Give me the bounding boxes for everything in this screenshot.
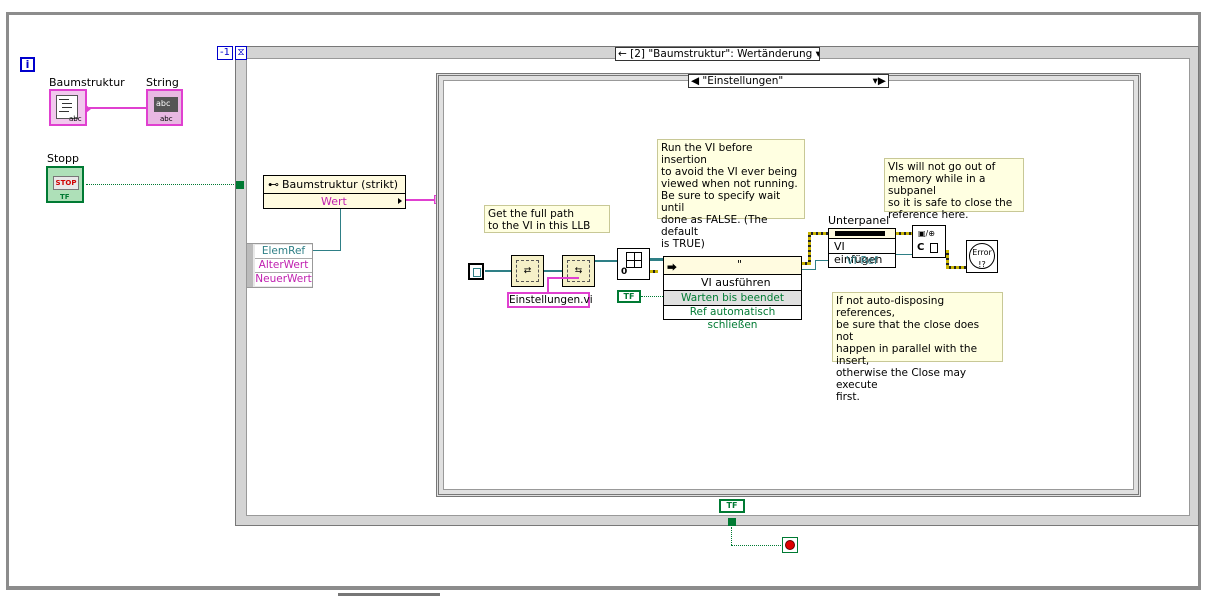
property-value-label: Wert [321,195,347,208]
error-wire-5 [896,232,912,235]
invoke-param-wait[interactable]: Warten bis beendet [664,291,801,305]
property-node[interactable]: ⊷ Baumstruktur (strikt) Wert [263,175,406,209]
loop-left-tunnel [236,181,244,189]
subpanel-ref-icon [835,231,885,236]
string-indicator-terminal: abc abc [146,89,183,126]
note-memory: VIs will not go out of memory while in a… [884,158,1024,221]
inner-case-selector-label: ◀ "Einstellungen" [691,75,784,87]
error-bubble-text: Error [972,248,992,257]
inner-case-selector[interactable]: ◀ "Einstellungen" ▾▶ [688,74,889,88]
loop-bool-constant[interactable]: TF [719,499,745,513]
wire-vi-name-h [547,277,579,279]
error-wire-4 [808,232,828,235]
stop-control-label: Stopp [47,152,79,165]
close-icon: C [917,242,925,253]
tree-control-terminal[interactable]: abc [49,89,91,126]
wire-viref-close [896,254,912,255]
wire-tree-to-string [89,107,146,109]
vi-name-constant[interactable]: Einstellungen.vi [507,292,593,308]
open-vi-reference-function[interactable]: 0 [617,248,650,280]
event-data-oldvalue[interactable]: AlterWert [255,259,312,273]
wire-stop-to-loop [86,184,236,185]
subpanel-label: Unterpanel [828,214,890,227]
note-auto-dispose: If not auto-disposing references, be sur… [832,292,1003,403]
error-wire-3 [808,232,811,265]
note-run-before-insert: Run the VI before insertion to avoid the… [657,139,805,250]
stop-sign-icon [785,540,795,550]
wire-path-1 [485,270,511,272]
event-data-node: ElemRef AlterWert NeuerWert [246,243,313,288]
strip-path-function[interactable]: ⇄ [511,255,544,287]
invoke-param-autoclose[interactable]: Ref automatisch schließen [664,306,801,331]
error-wire-7 [946,266,968,269]
event-data-elemref[interactable]: ElemRef [255,245,312,259]
error-wire-1 [650,270,658,273]
wire-bool-to-wait [641,296,663,297]
wire-viref-3 [815,260,828,261]
invoke-title-quote: " [737,258,743,271]
wire-vi-name [547,277,549,293]
tree-control-label: Baumstruktur [49,76,125,89]
vi-ref-icon: ⮕ [667,263,677,274]
iteration-terminal[interactable]: i [20,57,35,72]
timeout-terminal[interactable]: -1 [217,46,233,60]
wire-viref-2 [815,260,816,270]
wire-loop-stop-v [731,527,732,545]
property-node-title: Baumstruktur (strikt) [282,178,399,191]
wire-viref-1 [802,269,816,270]
wire-ref-to-invoke [650,258,664,261]
wire-path-2 [544,270,562,272]
output-arrow-icon [398,198,402,204]
close-reference-function[interactable]: ▣/⊕ C [912,225,946,258]
tree-ref-icon: ⊷ [268,178,279,191]
wire-elemref-vertical [340,209,341,251]
stop-control-terminal[interactable]: STOP TF [46,166,84,203]
stop-button-icon: STOP [53,176,79,190]
error-bubble-icon: Error!? [969,243,995,269]
vi-grid-icon [626,252,642,268]
tree-type-text: abc [69,115,82,123]
subpanel-invoke-node[interactable]: VI einfügen VI-Ref [828,228,896,268]
loop-condition-terminal[interactable] [782,537,798,553]
inner-case-selector-arrows: ▾▶ [872,75,886,87]
hourglass-icon: ⧖ [235,46,247,60]
string-display-text: abc [156,99,171,108]
run-vi-invoke-node[interactable]: ⮕ " VI ausführen Warten bis beendet Ref … [663,256,802,331]
string-indicator-label: String [146,76,179,89]
invoke-method-label: VI ausführen [701,276,771,289]
wire-path-3 [595,260,617,262]
wire-loop-stop-h [731,545,783,546]
note-llb-path: Get the full path to the VI in this LLB [484,205,610,233]
event-case-selector[interactable]: ← [2] "Baumstruktur": Wertänderung ▾▶ [615,47,820,61]
string-type-text: abc [160,115,173,123]
build-path-function[interactable]: ⇆ [562,255,595,287]
wire-elemref-to-property [313,250,341,251]
event-data-newvalue[interactable]: NeuerWert [255,273,312,286]
stop-type-text: TF [60,193,70,201]
subpanel-param-viref[interactable]: VI-Ref [829,255,895,267]
bool-false-constant[interactable]: TF [617,290,641,303]
error-handler-function[interactable]: Error!? [966,240,998,273]
loop-bottom-tunnel [728,518,736,526]
current-vi-path-icon[interactable] [468,263,484,280]
path-split-icon: ⇄ [516,260,539,282]
